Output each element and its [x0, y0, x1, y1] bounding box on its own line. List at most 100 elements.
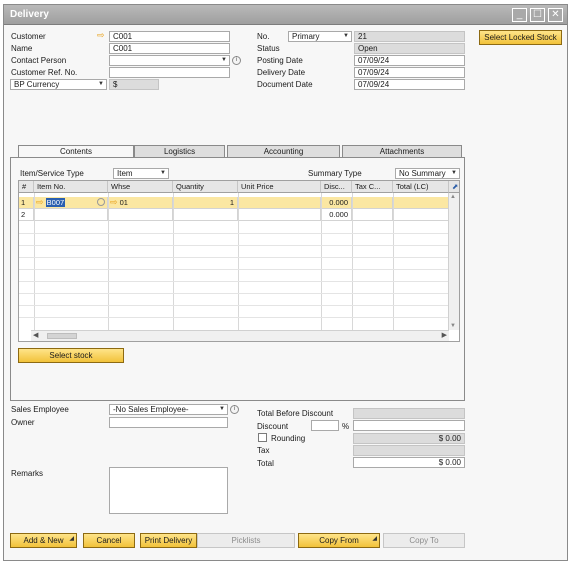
close-button[interactable]: ✕	[548, 8, 563, 22]
add-new-label: Add & New	[23, 536, 64, 545]
link-arrow-icon[interactable]: ⇨	[36, 197, 44, 207]
col-header-discount[interactable]: Disc...	[321, 181, 352, 193]
customer-ref-field[interactable]	[109, 67, 230, 78]
link-arrow-icon[interactable]: ⇨	[97, 30, 105, 41]
select-locked-stock-button[interactable]: Select Locked Stock	[479, 30, 562, 45]
discount-amount-field[interactable]	[353, 420, 465, 431]
minimize-button[interactable]: _	[512, 8, 527, 22]
title-bar[interactable]: Delivery _ ☐ ✕	[4, 5, 567, 25]
discount-cell[interactable]: 0.000	[321, 209, 352, 221]
copy-from-label: Copy From	[319, 536, 359, 545]
quantity-cell[interactable]: 1	[173, 197, 238, 209]
scroll-left-icon[interactable]: ◀	[33, 331, 38, 339]
summary-type-select[interactable]: No Summary	[395, 168, 460, 179]
scroll-down-icon[interactable]: ▼	[450, 323, 456, 329]
col-header-unit-price[interactable]: Unit Price	[238, 181, 321, 193]
posting-date-label: Posting Date	[257, 56, 303, 65]
copy-from-button[interactable]: Copy From ◢	[298, 533, 380, 548]
row-number[interactable]: 2	[19, 209, 34, 221]
rounding-field: $ 0.00	[353, 433, 465, 444]
print-delivery-button[interactable]: Print Delivery	[140, 533, 197, 548]
scroll-up-icon[interactable]: ▲	[450, 194, 456, 200]
sales-employee-select[interactable]: -No Sales Employee-	[109, 404, 228, 415]
dropdown-caret-icon[interactable]: ◢	[372, 533, 377, 546]
col-header-whse[interactable]: Whse	[108, 181, 173, 193]
scroll-thumb[interactable]	[47, 333, 77, 339]
currency-symbol: $	[109, 79, 159, 90]
horizontal-scrollbar[interactable]: ◀ ▶	[31, 330, 449, 341]
items-table[interactable]: # Item No. Whse Quantity Unit Price Disc…	[18, 180, 460, 342]
discount-percent-field[interactable]	[311, 420, 339, 431]
grid-line	[19, 257, 449, 258]
col-header-quantity[interactable]: Quantity	[173, 181, 238, 193]
item-no-cell[interactable]: ⇨ B007	[34, 197, 108, 209]
grid-line	[19, 233, 449, 234]
customer-field[interactable]: C001	[109, 31, 230, 42]
grid-line	[19, 293, 449, 294]
document-date-field[interactable]: 07/09/24	[354, 79, 465, 90]
link-arrow-icon[interactable]: ⇨	[110, 197, 118, 207]
row-number[interactable]: 1	[19, 197, 34, 209]
cancel-button[interactable]: Cancel	[83, 533, 135, 548]
delivery-date-field[interactable]: 07/09/24	[354, 67, 465, 78]
item-no-cell[interactable]	[34, 209, 108, 221]
delivery-date-label: Delivery Date	[257, 68, 306, 77]
grid-line	[108, 193, 109, 330]
total-cell[interactable]	[393, 197, 449, 209]
select-stock-button[interactable]: Select stock	[18, 348, 124, 363]
maximize-button[interactable]: ☐	[530, 8, 545, 22]
posting-date-field[interactable]: 07/09/24	[354, 55, 465, 66]
tax-code-cell[interactable]	[352, 209, 393, 221]
add-new-button[interactable]: Add & New ◢	[10, 533, 77, 548]
expand-arrow-icon[interactable]: ⬈	[449, 181, 459, 193]
col-header-tax-code[interactable]: Tax C...	[352, 181, 393, 193]
contact-person-select[interactable]	[109, 55, 230, 66]
unit-price-cell[interactable]	[238, 197, 321, 209]
owner-field[interactable]	[109, 417, 228, 428]
name-field[interactable]: C001	[109, 43, 230, 54]
tax-code-cell[interactable]	[352, 197, 393, 209]
rounding-checkbox[interactable]	[258, 433, 267, 442]
vertical-scrollbar[interactable]: ▲ ▼	[448, 193, 459, 330]
no-label: No.	[257, 32, 270, 41]
window-title: Delivery	[10, 9, 49, 20]
copy-to-button[interactable]: Copy To	[383, 533, 465, 548]
sales-employee-label: Sales Employee	[11, 405, 69, 414]
picklists-button[interactable]: Picklists	[197, 533, 295, 548]
scroll-right-icon[interactable]: ▶	[442, 331, 447, 339]
col-header-item-no[interactable]: Item No.	[34, 181, 108, 193]
whse-cell[interactable]: ⇨ 01	[108, 197, 173, 209]
total-field: $ 0.00	[353, 457, 465, 468]
item-type-select[interactable]: Item	[113, 168, 169, 179]
info-icon[interactable]: i	[230, 405, 239, 414]
grid-line	[19, 281, 449, 282]
total-before-discount-label: Total Before Discount	[257, 409, 334, 418]
document-date-label: Document Date	[257, 80, 313, 89]
grid-line	[321, 193, 322, 330]
series-select[interactable]: Primary	[288, 31, 352, 42]
col-header-num[interactable]: #	[19, 181, 34, 193]
dropdown-caret-icon[interactable]: ◢	[69, 533, 74, 546]
grid-line	[19, 245, 449, 246]
quantity-cell[interactable]	[173, 209, 238, 221]
document-number: 21	[354, 31, 465, 42]
owner-label: Owner	[11, 418, 35, 427]
grid-line	[34, 193, 35, 330]
unit-price-cell[interactable]	[238, 209, 321, 221]
total-cell[interactable]	[393, 209, 449, 221]
grid-line	[393, 193, 394, 330]
remarks-label: Remarks	[11, 469, 44, 478]
currency-select[interactable]: BP Currency	[10, 79, 107, 90]
item-type-label: Item/Service Type	[20, 169, 84, 178]
choose-from-list-icon[interactable]	[97, 198, 105, 206]
col-header-total[interactable]: Total (LC)	[393, 181, 449, 193]
info-icon[interactable]: i	[232, 56, 241, 65]
grid-line	[238, 193, 239, 330]
status-field: Open	[354, 43, 465, 54]
customer-ref-label: Customer Ref. No.	[11, 68, 78, 77]
item-no-value[interactable]: B007	[45, 198, 66, 207]
whse-value[interactable]: 01	[120, 198, 128, 207]
remarks-textarea[interactable]	[109, 467, 228, 514]
whse-cell[interactable]	[108, 209, 173, 221]
discount-cell[interactable]: 0.000	[321, 197, 352, 209]
